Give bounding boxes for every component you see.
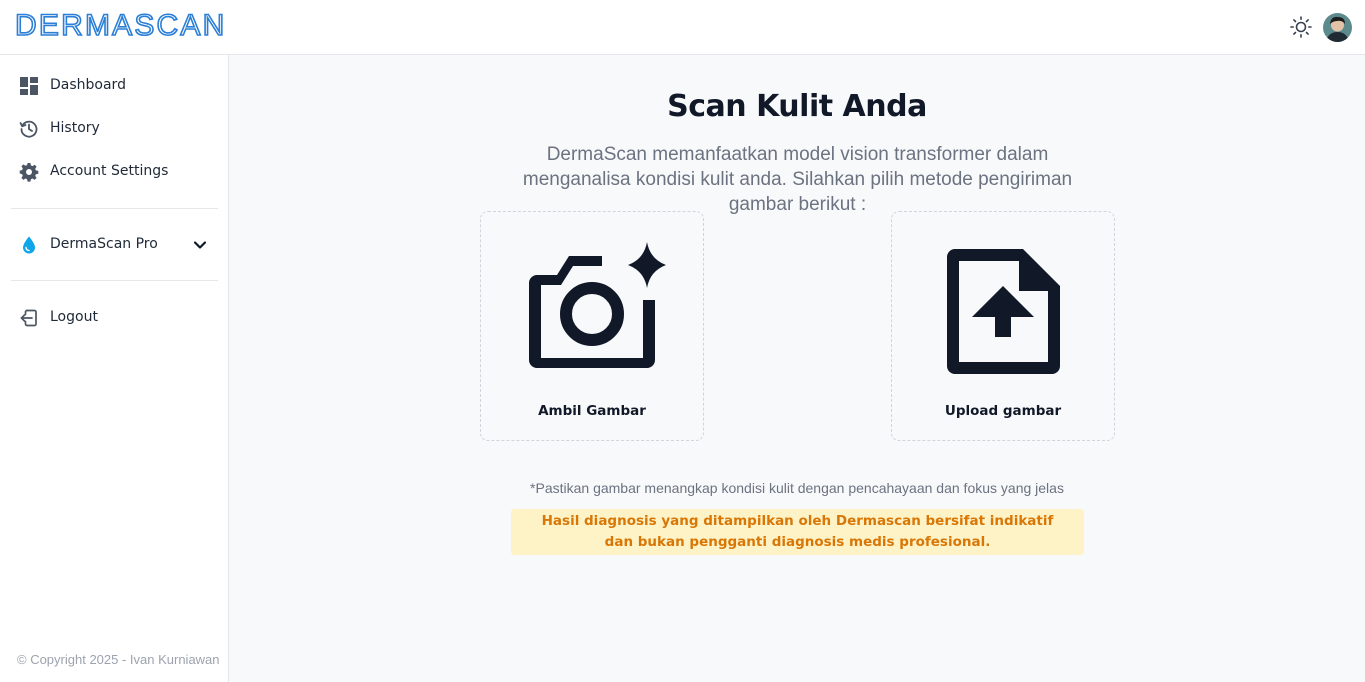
sidebar-item-account-settings[interactable]: Account Settings bbox=[11, 154, 218, 190]
page-title: Scan Kulit Anda bbox=[667, 89, 927, 124]
sidebar-item-logout[interactable]: Logout bbox=[11, 300, 218, 336]
sidebar-item-label: Dashboard bbox=[50, 77, 126, 93]
sidebar-item-label: Logout bbox=[50, 309, 98, 325]
sidebar-item-label: Account Settings bbox=[50, 163, 169, 179]
camera-sparkle-icon bbox=[529, 242, 666, 368]
sun-icon bbox=[1290, 16, 1312, 38]
app-logo[interactable]: DERMASCAN bbox=[14, 8, 227, 43]
sidebar-item-dashboard[interactable]: Dashboard bbox=[11, 68, 218, 104]
avatar-image bbox=[1323, 13, 1352, 42]
sidebar-divider bbox=[11, 208, 218, 209]
theme-toggle-button[interactable] bbox=[1289, 15, 1313, 39]
take-photo-card[interactable]: Ambil Gambar bbox=[480, 211, 704, 441]
take-photo-label: Ambil Gambar bbox=[538, 403, 646, 419]
sidebar-item-dermascan-pro[interactable]: DermaScan Pro bbox=[11, 227, 218, 263]
medical-disclaimer: Hasil diagnosis yang ditampilkan oleh De… bbox=[511, 509, 1084, 555]
logout-icon bbox=[20, 309, 37, 327]
chevron-down-icon[interactable] bbox=[192, 237, 208, 253]
top-header: DERMASCAN bbox=[0, 0, 1365, 55]
sidebar: Dashboard History Account Settings Derma… bbox=[0, 55, 229, 682]
sidebar-divider bbox=[11, 280, 218, 281]
sidebar-item-history[interactable]: History bbox=[11, 111, 218, 147]
gear-icon bbox=[19, 163, 39, 182]
upload-image-card[interactable]: Upload gambar bbox=[891, 211, 1115, 441]
user-avatar[interactable] bbox=[1323, 13, 1352, 42]
copyright-text: © Copyright 2025 - Ivan Kurniawan bbox=[17, 652, 220, 667]
upload-image-label: Upload gambar bbox=[944, 403, 1062, 419]
history-icon bbox=[19, 120, 38, 138]
file-upload-icon bbox=[947, 249, 1060, 374]
page-subtitle: DermaScan memanfaatkan model vision tran… bbox=[522, 144, 1073, 215]
image-tip-note: *Pastikan gambar menangkap kondisi kulit… bbox=[530, 480, 1064, 496]
dashboard-icon bbox=[20, 77, 38, 95]
water-drop-icon bbox=[23, 236, 35, 254]
sidebar-item-label: DermaScan Pro bbox=[50, 236, 158, 252]
sidebar-item-label: History bbox=[50, 120, 100, 136]
